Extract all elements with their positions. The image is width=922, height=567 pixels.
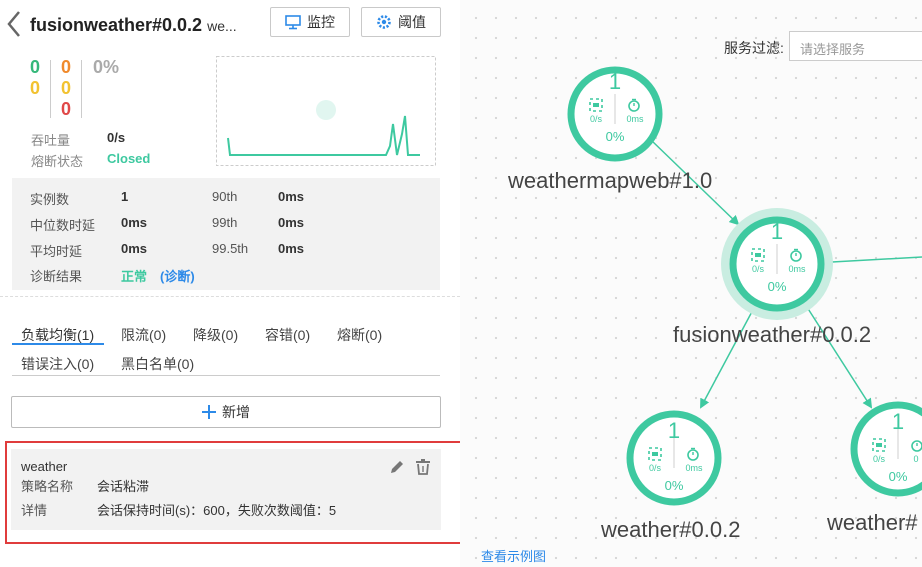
node-latency: 0ms <box>626 114 644 124</box>
detail-value: 会话保持时间(s)：600，失败次数阈值：5 <box>97 503 337 518</box>
policy-card: weather 策略名称 会话粘滞 详情 会话保持时间(s)：600，失败次数阈… <box>11 449 441 530</box>
diagnosis-label: 诊断结果 <box>30 269 83 284</box>
add-policy-button[interactable]: 新增 <box>11 396 441 428</box>
node-label: weather#0.0.2 <box>601 517 741 542</box>
throughput-icon <box>751 248 765 262</box>
edit-pencil-icon[interactable] <box>388 458 406 476</box>
strategy-value: 会话粘滞 <box>97 479 150 494</box>
instances-label: 实例数 <box>30 192 70 207</box>
count-value: 0 <box>61 57 72 77</box>
node-label: weathermapweb#1.0 <box>508 168 713 193</box>
tab-degrade[interactable]: 降级(0) <box>193 325 238 345</box>
tab-circuit-breaker[interactable]: 熔断(0) <box>337 325 382 345</box>
node-latency: 0 <box>913 454 919 464</box>
diagnose-link[interactable]: (诊断) <box>160 266 195 285</box>
threshold-button[interactable]: 阈值 <box>361 7 441 37</box>
p995-value: 0ms <box>278 241 305 256</box>
tab-fault-injection[interactable]: 错误注入(0) <box>21 354 94 374</box>
diagnosis-value: 正常 <box>121 269 148 284</box>
avg-value: 0ms <box>121 241 148 256</box>
count-value: 0 <box>30 57 41 77</box>
sparkline-marker <box>316 100 336 120</box>
throughput-icon <box>872 438 886 452</box>
divider <box>50 60 51 118</box>
count-value: 0 <box>61 99 72 119</box>
node-rate: 0/s <box>648 463 661 473</box>
p90-value: 0ms <box>278 189 305 204</box>
count-value: 0 <box>30 78 41 98</box>
edge-arrow <box>831 256 922 263</box>
active-tab-indicator <box>12 343 104 345</box>
node-percent: 0% <box>605 129 625 144</box>
node-rate: 0/s <box>589 114 602 124</box>
throughput-value: 0/s <box>107 130 126 145</box>
node-count: 1 <box>667 418 681 443</box>
breaker-value: Closed <box>107 151 151 166</box>
count-value: 0 <box>61 78 72 98</box>
stopwatch-icon <box>911 440 922 452</box>
monitor-icon <box>285 15 301 30</box>
median-value: 0ms <box>121 215 148 230</box>
throughput-label: 吞吐量 <box>31 133 71 148</box>
node-percent: 0% <box>888 469 908 484</box>
node-latency: 0ms <box>788 264 806 274</box>
node-percent: 0% <box>767 279 787 294</box>
threshold-label: 阈值 <box>398 14 426 30</box>
node-label: fusionweather#0.0.2 <box>673 322 872 347</box>
monitor-label: 监控 <box>307 14 335 30</box>
stopwatch-icon <box>687 447 699 461</box>
throughput-icon <box>589 98 603 112</box>
tab-blacklist-whitelist[interactable]: 黑白名单(0) <box>121 354 194 374</box>
page-title: fusionweather#0.0.2 we... <box>30 15 237 36</box>
plus-icon <box>202 405 216 419</box>
p995-label: 99.5th <box>212 241 249 256</box>
service-title-suffix: we... <box>207 18 237 34</box>
tab-rate-limit[interactable]: 限流(0) <box>121 325 166 345</box>
node-percent: 0% <box>664 478 684 493</box>
latency-stats: 实例数 1 90th 0ms 中位数时延 0ms 99th 0ms 平均时延 0… <box>12 178 440 290</box>
traffic-sparkline <box>216 56 436 166</box>
node-count: 1 <box>891 409 905 434</box>
p99-label: 99th <box>212 215 238 230</box>
monitor-button[interactable]: 监控 <box>270 7 350 37</box>
avg-label: 平均时延 <box>30 244 83 259</box>
section-divider <box>0 296 460 297</box>
instances-value: 1 <box>121 189 129 204</box>
tabs-bottom-border <box>12 375 440 376</box>
service-node-fusionweather[interactable]: 1 0/s 0ms 0% <box>719 206 835 322</box>
service-title: fusionweather#0.0.2 <box>30 15 203 35</box>
service-node-weather-2[interactable]: 1 0/s 0 0% <box>850 401 922 501</box>
topology-canvas[interactable]: 服务过滤: 请选择服务 1 0/s 0ms 0% weathermapweb#1… <box>460 0 922 567</box>
service-node-weathermapweb[interactable]: 1 0/s 0ms 0% <box>567 66 663 162</box>
node-count: 1 <box>608 69 622 94</box>
node-latency: 0ms <box>685 463 703 473</box>
policy-name: weather <box>21 459 68 474</box>
gear-icon <box>377 15 391 29</box>
node-label: weather# <box>827 510 918 535</box>
p99-value: 0ms <box>278 215 305 230</box>
view-example-link[interactable]: 查看示例图 <box>481 546 546 565</box>
node-rate: 0/s <box>751 264 764 274</box>
strategy-label: 策略名称 <box>21 479 74 494</box>
stopwatch-icon <box>628 98 640 112</box>
detail-label: 详情 <box>21 503 48 518</box>
median-label: 中位数时延 <box>30 218 96 233</box>
breaker-label: 熔断状态 <box>31 154 84 169</box>
node-rate: 0/s <box>872 454 885 464</box>
node-count: 1 <box>770 219 784 244</box>
service-node-weather[interactable]: 1 0/s 0ms 0% <box>626 410 722 506</box>
divider <box>81 60 82 118</box>
p90-label: 90th <box>212 189 238 204</box>
back-chevron-icon[interactable] <box>6 10 22 38</box>
stopwatch-icon <box>790 248 802 262</box>
tab-fault-tolerance[interactable]: 容错(0) <box>265 325 310 345</box>
trash-icon[interactable] <box>414 458 432 476</box>
add-label: 新增 <box>222 404 250 420</box>
tab-load-balance[interactable]: 负载均衡(1) <box>21 325 94 345</box>
throughput-icon <box>648 447 662 461</box>
service-detail-panel: fusionweather#0.0.2 we... 监控 阈值 0 0 0 0 … <box>0 0 478 567</box>
percent-value: 0% <box>93 57 120 77</box>
